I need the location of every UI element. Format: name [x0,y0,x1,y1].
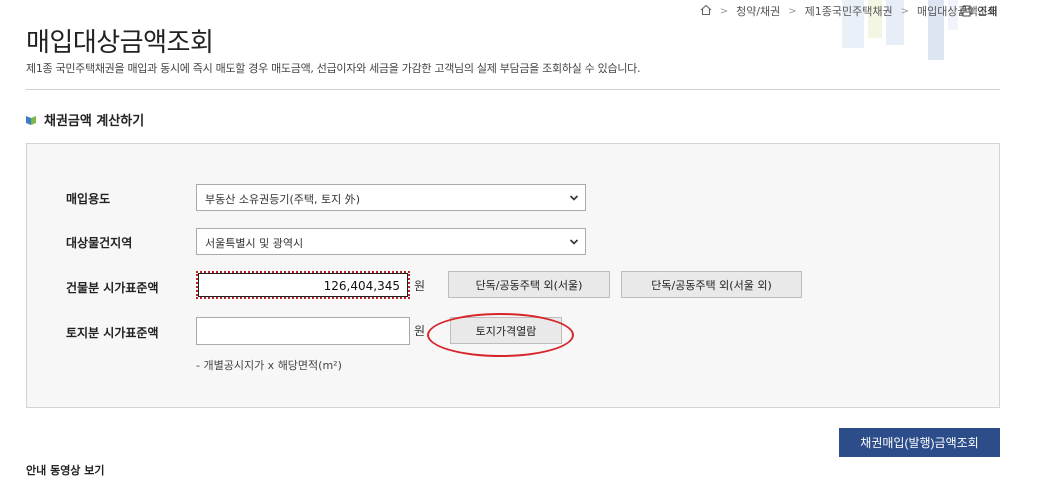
purpose-select-value: 부동산 소유권등기(주택, 토지 外) [205,193,361,206]
building-price-input[interactable]: 126,404,345 [196,271,410,299]
region-select[interactable]: 서울특별시 및 광역시 [196,228,586,255]
house-outside-seoul-button[interactable]: 단독/공동주택 외(서울 외) [621,271,802,298]
page-title: 매입대상금액조회 [26,28,214,58]
guide-video-link[interactable]: 안내 동영상 보기 [26,462,105,478]
region-select-value: 서울특별시 및 광역시 [205,237,304,250]
breadcrumb: > 청약/채권 > 제1종국민주택채권 > 매입대상금액조회 [700,3,998,19]
print-label: 인쇄 [977,5,998,18]
chevron-right-icon: > [788,5,797,17]
divider [26,89,1000,90]
region-label: 대상물건지역 [66,236,133,250]
land-price-unit: 원 [414,324,426,338]
chevron-down-icon [569,239,579,245]
highlight-circle [427,313,574,357]
purpose-label: 매입용도 [66,192,111,206]
printer-icon [960,5,973,17]
section-title: 채권금액 계산하기 [44,114,145,129]
book-icon [26,115,36,125]
breadcrumb-item[interactable]: 제1종국민주택채권 [805,3,893,19]
house-seoul-button[interactable]: 단독/공동주택 외(서울) [448,271,610,298]
home-icon[interactable] [700,4,712,19]
chevron-right-icon: > [719,5,729,17]
land-price-note: - 개별공시지가 x 해당면적(m²) [196,359,342,372]
bond-amount-query-button[interactable]: 채권매입(발행)금액조회 [839,428,1000,457]
land-price-input[interactable] [196,317,410,345]
purpose-select[interactable]: 부동산 소유권등기(주택, 토지 外) [196,184,586,211]
land-price-label: 토지분 시가표준액 [66,326,159,340]
breadcrumb-item[interactable]: 청약/채권 [736,3,780,19]
print-button[interactable]: 인쇄 [960,3,997,19]
section-heading: 채권금액 계산하기 [26,110,144,129]
building-price-unit: 원 [414,279,426,293]
page-description: 제1종 국민주택채권을 매입과 동시에 즉시 매도할 경우 매도금액, 선급이자… [26,62,641,75]
chevron-down-icon [569,195,579,201]
chevron-right-icon: > [900,5,910,17]
building-price-label: 건물분 시가표준액 [66,281,159,295]
